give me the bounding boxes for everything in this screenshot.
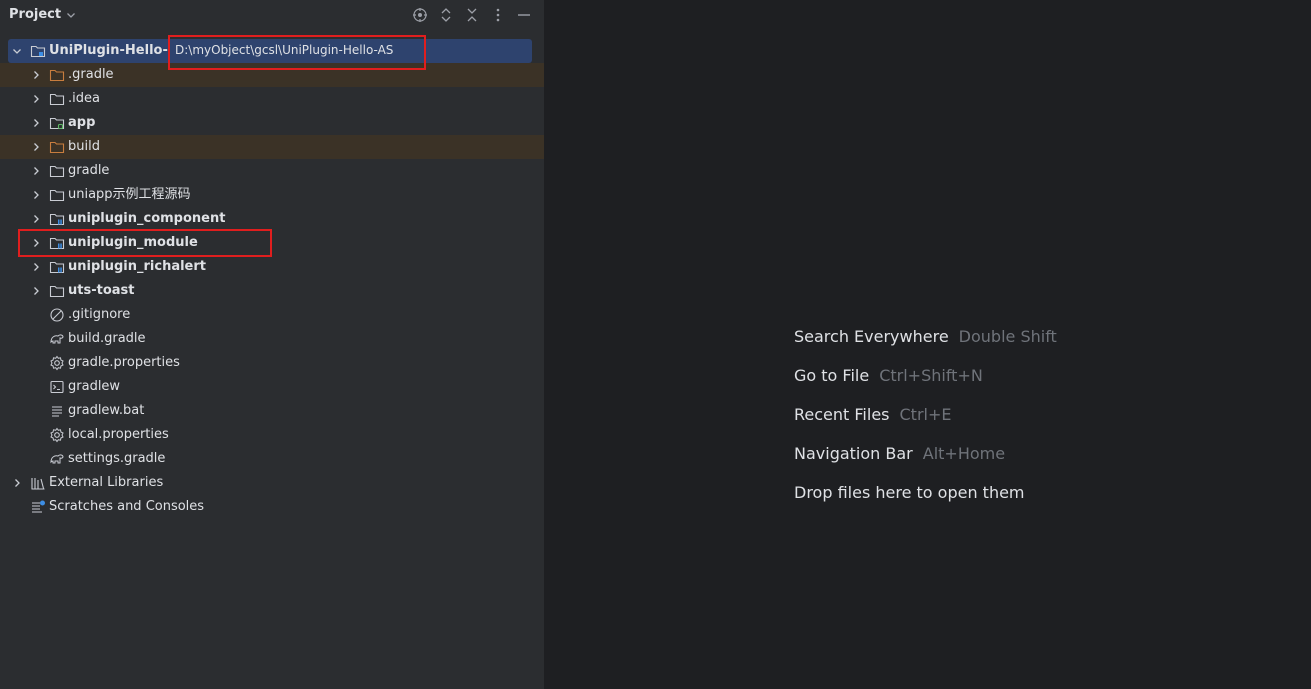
project-view-selector[interactable]: Project: [9, 7, 77, 22]
chevron-right-icon[interactable]: [11, 477, 23, 489]
folder-icon: [49, 189, 65, 202]
tree-item-label: build: [68, 139, 100, 154]
hint-recent-files: Recent Files Ctrl+E: [794, 405, 951, 424]
hint-search-everywhere: Search Everywhere Double Shift: [794, 327, 1057, 346]
highlight-box-module: [18, 229, 272, 257]
project-tree: UniPlugin-Hello-AS D:\myObject\gcsl\UniP…: [0, 39, 544, 519]
panel-title: Project: [9, 7, 62, 22]
chevron-down-icon: [67, 12, 76, 18]
gradle-file-icon: [50, 334, 64, 344]
tree-item[interactable]: build: [0, 135, 544, 159]
chevron-right-icon[interactable]: [30, 141, 42, 153]
chevron-right-icon[interactable]: [30, 213, 42, 225]
chevron-right-icon[interactable]: [30, 69, 42, 81]
folder-icon: [49, 93, 65, 106]
folder-orange-icon: [49, 69, 65, 82]
tree-item-label: app: [68, 115, 96, 130]
tree-item[interactable]: .idea: [0, 87, 544, 111]
gear-icon: [50, 355, 64, 371]
tree-item-label: Scratches and Consoles: [49, 499, 205, 514]
tree-item-label: .idea: [68, 91, 100, 106]
library-folder-icon: [49, 261, 65, 274]
tree-item[interactable]: settings.gradle: [0, 447, 544, 471]
folder-orange-icon: [49, 141, 65, 154]
scratches-icon: [32, 500, 45, 513]
tree-item[interactable]: build.gradle: [0, 327, 544, 351]
ide-window: Project UniPlugin-Hello-AS D:\myObject\g…: [0, 0, 1311, 689]
hint-drop-files: Drop files here to open them: [794, 483, 1025, 502]
tree-item-label: gradlew.bat: [68, 403, 145, 418]
module-folder-icon: [49, 117, 65, 130]
tree-item-label: uniplugin_component: [68, 211, 226, 226]
editor-empty-area[interactable]: Search Everywhere Double Shift Go to File…: [545, 0, 1311, 689]
tree-item-label: External Libraries: [49, 475, 164, 490]
hint-action: Drop files here to open them: [794, 483, 1025, 502]
tree-item[interactable]: gradlew.bat: [0, 399, 544, 423]
chevron-right-icon[interactable]: [30, 261, 42, 273]
tree-item-label: gradle.properties: [68, 355, 180, 370]
hint-shortcut: Ctrl+E: [899, 405, 952, 424]
tree-item-scratches[interactable]: Scratches and Consoles: [0, 495, 544, 519]
collapse-all-icon[interactable]: [464, 7, 480, 23]
tree-item-label: uniplugin_richalert: [68, 259, 206, 274]
tree-item[interactable]: uniapp示例工程源码: [0, 183, 544, 207]
tree-item[interactable]: app: [0, 111, 544, 135]
tree-root-label: UniPlugin-Hello-AS: [49, 43, 188, 58]
hint-action: Navigation Bar: [794, 444, 913, 463]
target-icon[interactable]: [412, 7, 428, 23]
hint-navigation-bar: Navigation Bar Alt+Home: [794, 444, 1005, 463]
hint-action: Recent Files: [794, 405, 890, 424]
tree-item-label: uniapp示例工程源码: [68, 187, 191, 202]
tree-item[interactable]: uniplugin_component: [0, 207, 544, 231]
tree-item[interactable]: .gitignore: [0, 303, 544, 327]
project-panel-header: Project: [0, 0, 544, 30]
tree-item-external-libraries[interactable]: External Libraries: [0, 471, 544, 495]
gear-icon: [50, 427, 64, 443]
library-icon: [31, 478, 45, 490]
tree-item[interactable]: gradle: [0, 159, 544, 183]
folder-icon: [49, 165, 65, 178]
tree-item-label: gradlew: [68, 379, 121, 394]
hint-action: Search Everywhere: [794, 327, 949, 346]
tree-item-label: .gradle: [68, 67, 114, 82]
chevron-right-icon[interactable]: [30, 93, 42, 105]
tree-item-label: settings.gradle: [68, 451, 166, 466]
tree-item[interactable]: local.properties: [0, 423, 544, 447]
tree-item-label: gradle: [68, 163, 110, 178]
chevron-right-icon[interactable]: [30, 285, 42, 297]
tree-item[interactable]: gradle.properties: [0, 351, 544, 375]
text-file-icon: [52, 406, 62, 417]
chevron-down-icon[interactable]: [11, 45, 23, 57]
tree-item[interactable]: uts-toast: [0, 279, 544, 303]
chevron-right-icon[interactable]: [30, 117, 42, 129]
hint-go-to-file: Go to File Ctrl+Shift+N: [794, 366, 983, 385]
chevron-right-icon[interactable]: [30, 165, 42, 177]
gradle-file-icon: [50, 454, 64, 464]
tree-item-label: uts-toast: [68, 283, 135, 298]
folder-icon: [49, 285, 65, 298]
module-folder-icon: [30, 45, 46, 58]
highlight-box-path: [168, 35, 426, 70]
hint-shortcut: Ctrl+Shift+N: [879, 366, 983, 385]
tree-item-label: local.properties: [68, 427, 169, 442]
tree-item-label: .gitignore: [68, 307, 131, 322]
hint-action: Go to File: [794, 366, 870, 385]
ignore-file-icon: [50, 308, 64, 322]
hint-shortcut: Alt+Home: [922, 444, 1006, 463]
library-folder-icon: [49, 213, 65, 226]
terminal-file-icon: [50, 380, 64, 394]
tree-item[interactable]: uniplugin_richalert: [0, 255, 544, 279]
chevron-right-icon[interactable]: [30, 189, 42, 201]
project-panel: Project UniPlugin-Hello-AS D:\myObject\g…: [0, 0, 545, 689]
more-options-icon[interactable]: [490, 7, 506, 23]
expand-all-icon[interactable]: [438, 7, 454, 23]
hint-shortcut: Double Shift: [958, 327, 1057, 346]
minimize-icon[interactable]: [516, 7, 532, 23]
tree-item-label: build.gradle: [68, 331, 146, 346]
tree-item[interactable]: gradlew: [0, 375, 544, 399]
